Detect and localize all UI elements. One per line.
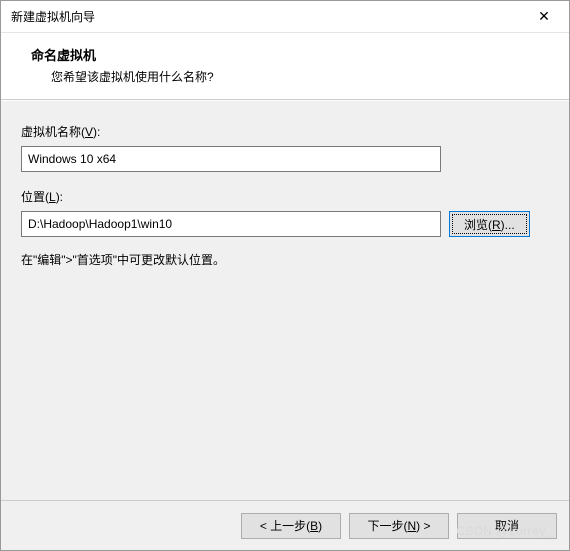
window-title: 新建虚拟机向导 [11, 8, 95, 25]
wizard-header: 命名虚拟机 您希望该虚拟机使用什么名称? [1, 33, 569, 100]
next-button[interactable]: 下一步(N) > [349, 513, 449, 539]
page-title: 命名虚拟机 [31, 45, 549, 64]
location-label: 位置(L): [21, 188, 549, 205]
back-button[interactable]: < 上一步(B) [241, 513, 341, 539]
page-subtitle: 您希望该虚拟机使用什么名称? [51, 68, 549, 85]
vm-name-input[interactable] [21, 146, 441, 172]
wizard-footer: < 上一步(B) 下一步(N) > 取消 [1, 500, 569, 550]
vm-name-label: 虚拟机名称(V): [21, 123, 549, 140]
close-icon[interactable]: ✕ [521, 2, 567, 32]
location-hint: 在"编辑">"首选项"中可更改默认位置。 [21, 251, 549, 268]
titlebar: 新建虚拟机向导 ✕ [1, 1, 569, 33]
wizard-body: 虚拟机名称(V): 位置(L): 浏览(R)... 在"编辑">"首选项"中可更… [1, 100, 569, 500]
browse-button[interactable]: 浏览(R)... [449, 211, 530, 237]
location-input[interactable] [21, 211, 441, 237]
cancel-button[interactable]: 取消 [457, 513, 557, 539]
